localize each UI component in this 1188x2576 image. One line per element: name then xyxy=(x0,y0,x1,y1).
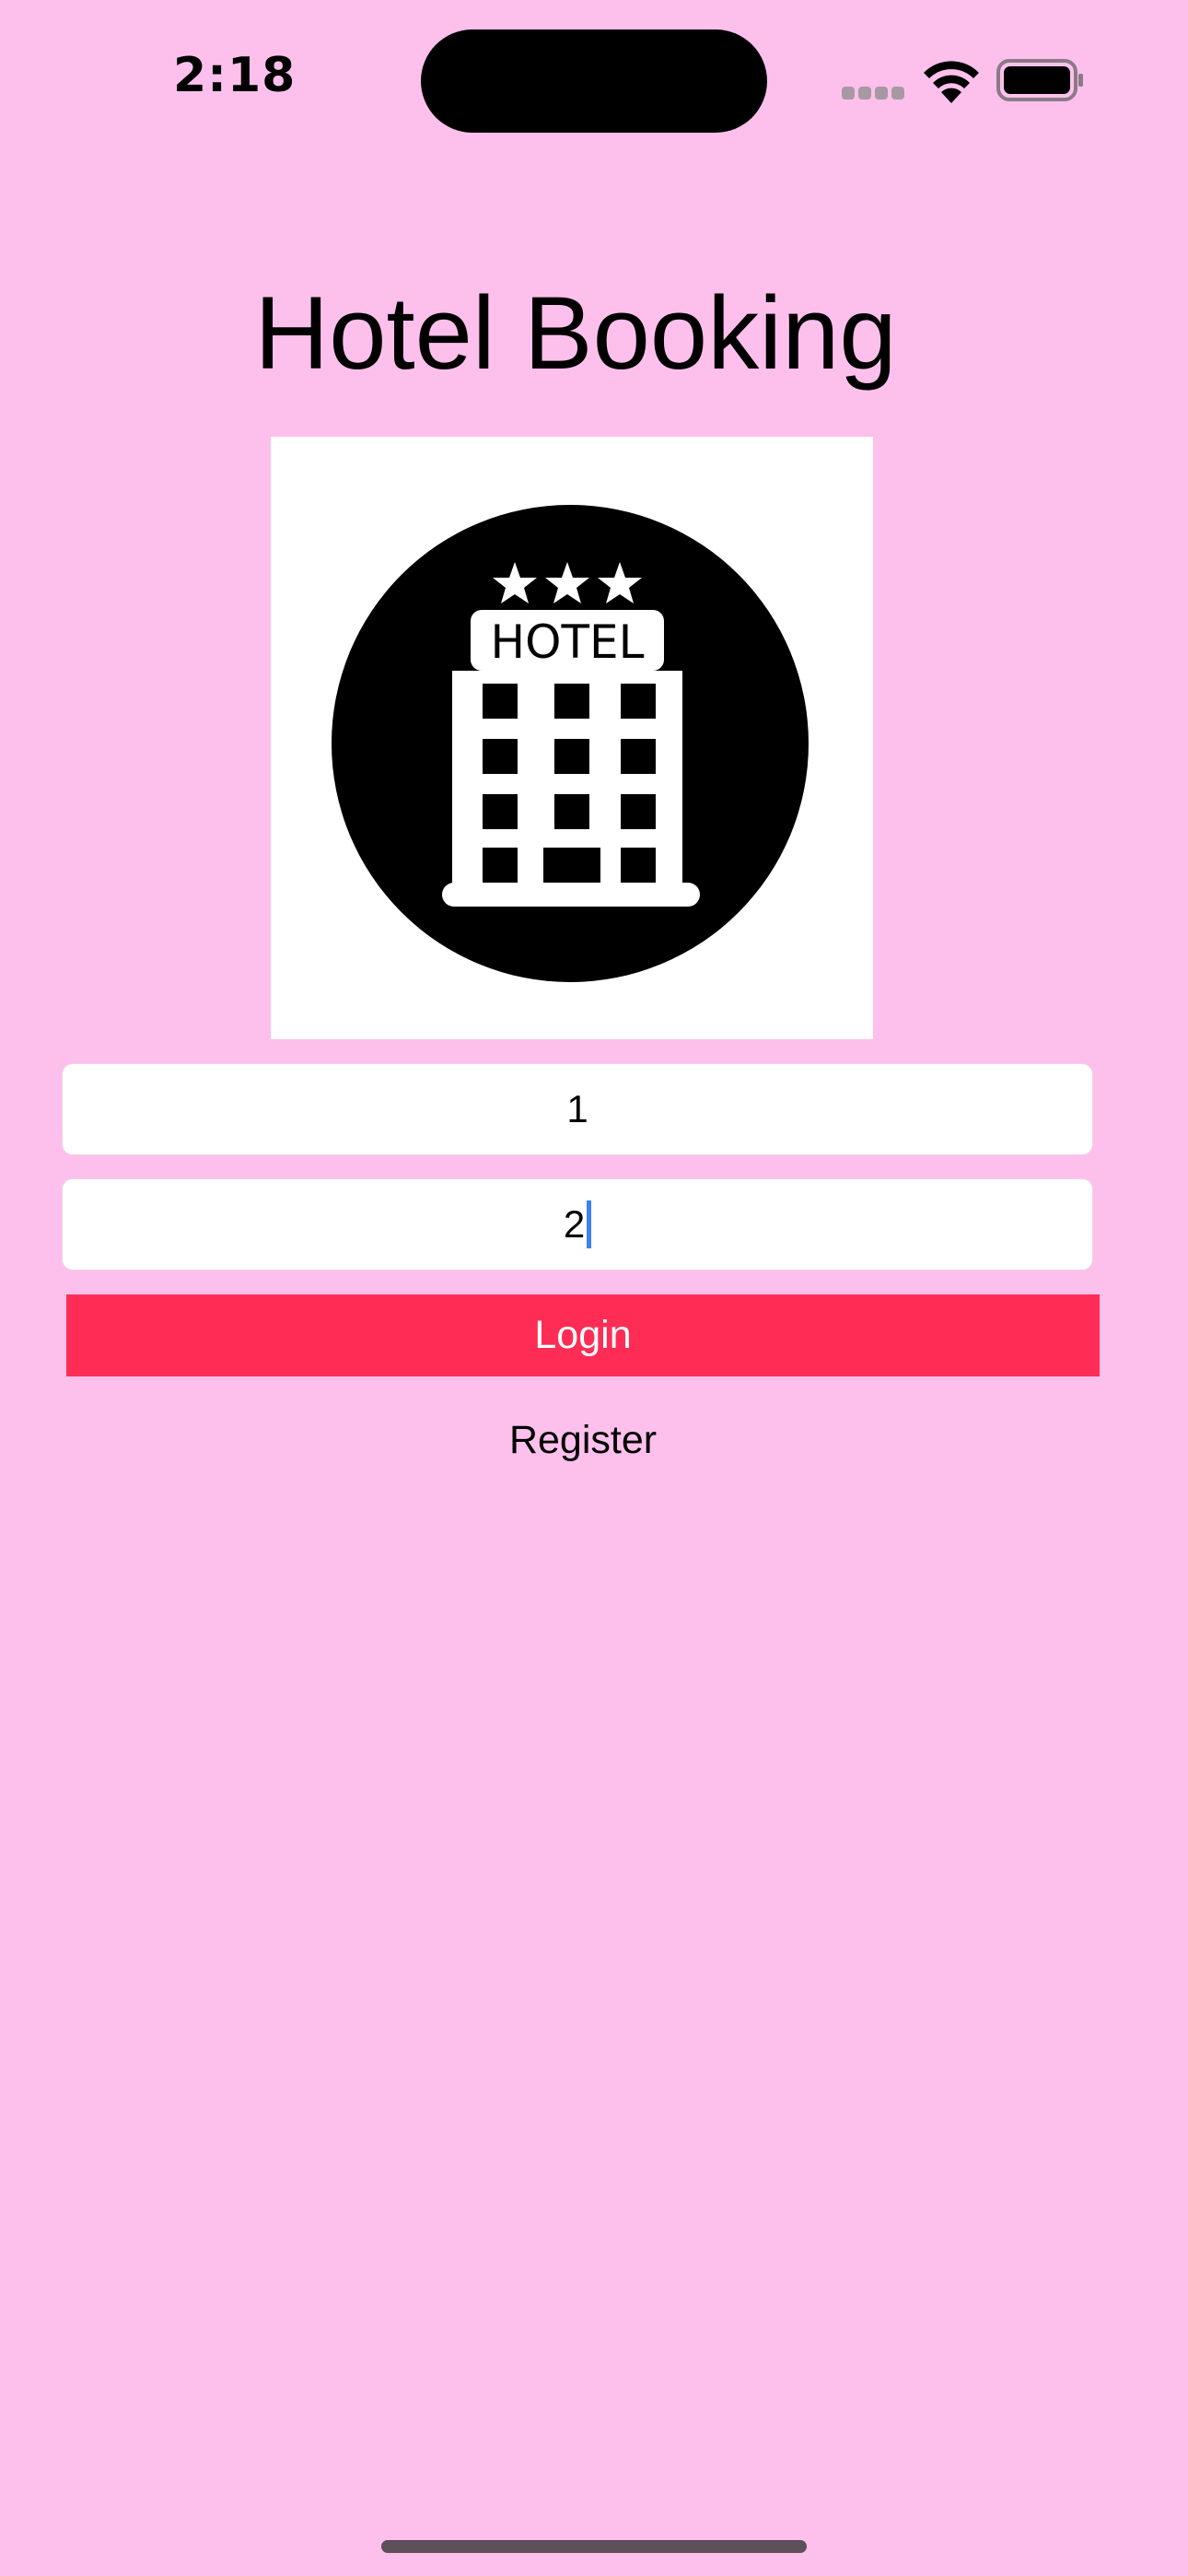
password-value: 2 xyxy=(563,1202,586,1246)
cellular-signal-icon xyxy=(842,87,904,100)
home-indicator[interactable] xyxy=(381,2540,807,2553)
password-field[interactable]: 2 xyxy=(62,1178,1093,1270)
status-bar-time: 2:18 xyxy=(173,48,297,103)
username-value: 1 xyxy=(566,1087,588,1130)
wifi-icon xyxy=(924,61,979,103)
page-title: Hotel Booking xyxy=(254,275,897,391)
battery-icon xyxy=(996,59,1083,101)
username-field[interactable]: 1 xyxy=(62,1063,1093,1155)
hotel-logo: HOTEL xyxy=(271,437,873,1039)
login-button[interactable]: Login xyxy=(66,1294,1100,1376)
text-caret xyxy=(587,1200,592,1248)
dynamic-island xyxy=(421,29,767,133)
register-button[interactable]: Register xyxy=(0,1410,1166,1470)
hotel-building-icon: HOTEL xyxy=(332,505,809,982)
logo-text: HOTEL xyxy=(491,615,645,669)
